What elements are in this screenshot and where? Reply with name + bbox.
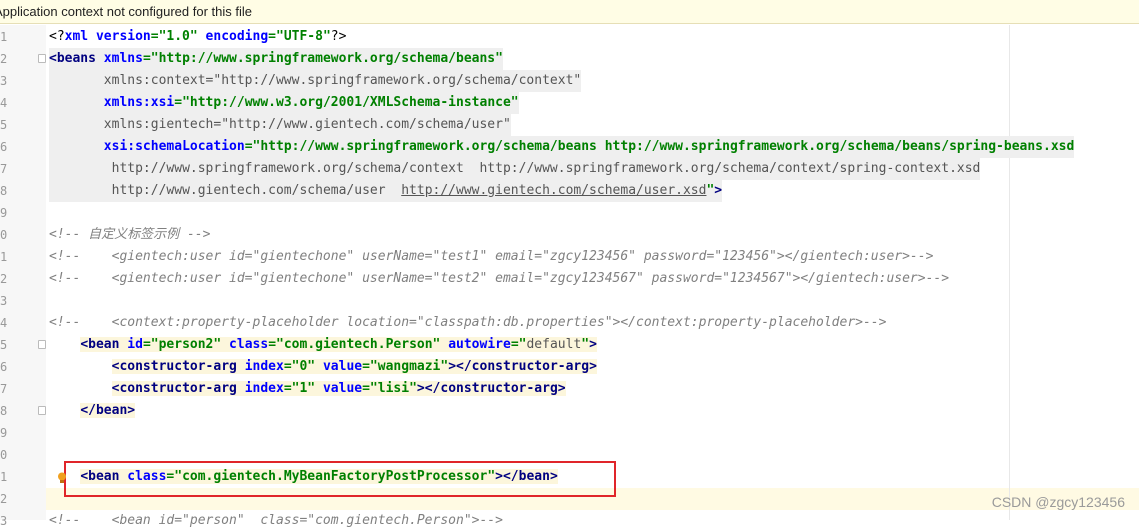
line-number: 9 — [0, 206, 8, 220]
line-number: 3 — [0, 514, 8, 528]
line-number: 2 — [0, 52, 8, 66]
code-text: xmlns:xsi="http://www.w3.org/2001/XMLSch… — [49, 92, 519, 114]
code-text: <constructor-arg index="0" value="wangma… — [111, 359, 597, 374]
banner-text: Application context not configured for t… — [0, 4, 252, 19]
line-number: 4 — [0, 316, 8, 330]
code-text: <!-- <context:property-placeholder locat… — [49, 315, 887, 330]
code-line[interactable]: 5 <bean id="person2" class="com.gientech… — [0, 334, 1139, 356]
annotation-highlight-box — [64, 461, 616, 497]
line-number: 3 — [0, 74, 8, 88]
line-number: 6 — [0, 360, 8, 374]
line-number: 8 — [0, 404, 8, 418]
code-line[interactable]: 5 xmlns:gientech="http://www.gientech.co… — [0, 114, 1139, 136]
fold-toggle-icon[interactable] — [38, 406, 46, 415]
line-number: 6 — [0, 140, 8, 154]
code-line[interactable]: 7 http://www.springframework.org/schema/… — [0, 158, 1139, 180]
code-text: </bean> — [80, 403, 136, 418]
notification-banner: Application context not configured for t… — [0, 0, 1139, 24]
code-text: xsi:schemaLocation="http://www.springfra… — [49, 136, 1075, 158]
line-number: 7 — [0, 382, 8, 396]
code-text: <!-- <gientech:user id="gientechone" use… — [49, 249, 934, 264]
fold-toggle-icon[interactable] — [38, 340, 46, 349]
code-line[interactable]: 1 <!-- <gientech:user id="gientechone" us… — [0, 246, 1139, 268]
code-line[interactable]: 4 xmlns:xsi="http://www.w3.org/2001/XMLS… — [0, 92, 1139, 114]
line-number: 1 — [0, 30, 8, 44]
code-text: xmlns:gientech="http://www.gientech.com/… — [49, 114, 511, 136]
line-number: 4 — [0, 96, 8, 110]
code-text: xmlns:context="http://www.springframewor… — [49, 70, 582, 92]
line-number: 7 — [0, 162, 8, 176]
lightbulb-icon[interactable] — [57, 472, 67, 484]
line-number: 3 — [0, 294, 8, 308]
line-number: 0 — [0, 448, 8, 462]
code-line[interactable]: 1 <?xml version="1.0" encoding="UTF-8"?> — [0, 26, 1139, 48]
code-text: http://www.springframework.org/schema/co… — [49, 158, 981, 180]
code-text: http://www.gientech.com/schema/user http… — [49, 180, 723, 202]
line-number: 9 — [0, 426, 8, 440]
code-text: <!-- 自定义标签示例 --> — [49, 227, 211, 242]
code-line[interactable]: 8 http://www.gientech.com/schema/user ht… — [0, 180, 1139, 202]
code-text: <constructor-arg index="1" value="lisi">… — [111, 381, 566, 396]
line-number: 8 — [0, 184, 8, 198]
code-line[interactable]: 6 <constructor-arg index="0" value="wang… — [0, 356, 1139, 378]
code-line[interactable]: 4 <!-- <context:property-placeholder loca… — [0, 312, 1139, 334]
code-line[interactable]: 0 <!-- 自定义标签示例 --> — [0, 224, 1139, 246]
code-text: <bean id="person2" class="com.gientech.P… — [80, 337, 597, 352]
code-line[interactable]: 6 xsi:schemaLocation="http://www.springf… — [0, 136, 1139, 158]
code-line[interactable]: 2 <!-- <gientech:user id="gientechone" us… — [0, 268, 1139, 290]
code-line[interactable]: 8 </bean> — [0, 400, 1139, 422]
line-number: 2 — [0, 272, 8, 286]
watermark: CSDN @zgcy123456 — [991, 494, 1125, 510]
line-number: 5 — [0, 338, 8, 352]
code-line[interactable]: 9 — [0, 202, 1139, 224]
code-line[interactable]: 3 — [0, 290, 1139, 312]
code-text: <beans xmlns="http://www.springframework… — [49, 48, 503, 70]
line-number: 2 — [0, 492, 8, 506]
code-line[interactable]: 9 — [0, 422, 1139, 444]
code-text: <?xml version="1.0" encoding="UTF-8"?> — [49, 29, 347, 44]
code-text: <!-- <bean id="person" class="com.giente… — [49, 513, 503, 528]
fold-toggle-icon[interactable] — [38, 54, 46, 63]
line-number: 1 — [0, 250, 8, 264]
line-number: 5 — [0, 118, 8, 132]
line-number: 1 — [0, 470, 8, 484]
code-text: <!-- <gientech:user id="gientechone" use… — [49, 271, 950, 286]
line-number: 0 — [0, 228, 8, 242]
code-line[interactable]: 3 <!-- <bean id="person" class="com.gient… — [0, 510, 1139, 532]
code-line[interactable]: 3 xmlns:context="http://www.springframew… — [0, 70, 1139, 92]
code-line[interactable]: 7 <constructor-arg index="1" value="lisi… — [0, 378, 1139, 400]
code-line[interactable]: 2 <beans xmlns="http://www.springframewor… — [0, 48, 1139, 70]
